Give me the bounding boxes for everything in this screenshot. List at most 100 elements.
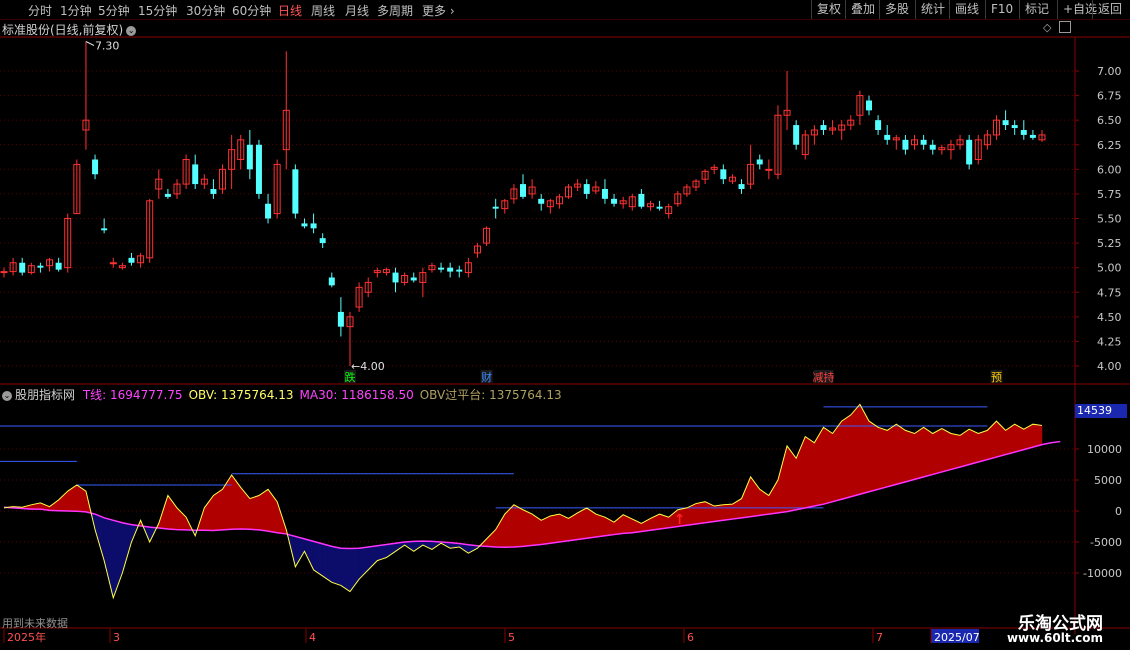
price-tick-label: 6.75 <box>1097 90 1122 103</box>
chevron-down-icon[interactable]: ⌄ <box>2 390 12 401</box>
price-tick-label: 4.25 <box>1097 335 1122 348</box>
candle-body-down <box>301 223 308 227</box>
indicator-tick-label: 10000 <box>1087 443 1122 456</box>
watermark-url: www.60lt.com <box>1006 631 1103 645</box>
candle-body-down <box>820 125 827 130</box>
low-label: ←4.00 <box>351 360 385 373</box>
candle-body-down <box>866 100 872 111</box>
obv-fill-segment <box>905 430 915 483</box>
candle-body-down <box>875 120 882 130</box>
price-tick-label: 4.50 <box>1097 311 1122 324</box>
obv-fill-segment <box>331 546 342 586</box>
obv-fill-segment <box>522 509 533 547</box>
obv-fill-segment <box>950 433 961 470</box>
candle-body-down <box>456 269 463 272</box>
obv-fill-segment <box>258 488 269 532</box>
obv-fill <box>3 403 1043 598</box>
obv-fill-segment <box>886 423 897 488</box>
candle-body-down <box>920 139 927 145</box>
obv-fill-segment <box>832 420 842 503</box>
indicator-title[interactable]: ⌄ 股朋指标网 T线: 1694777.75 OBV: 1375764.13 MA30… <box>2 386 574 403</box>
obv-fill-segment <box>204 494 214 531</box>
indicator-value-1: OBV: 1375764.13 <box>188 388 294 402</box>
candle-body-down <box>1002 120 1009 126</box>
candle-body-down <box>520 184 526 197</box>
indicator-name: 股朋指标网 <box>15 388 76 402</box>
date-label: 6 <box>687 631 694 644</box>
obv-fill-segment <box>850 403 861 498</box>
stock-chart[interactable]: 7.30 ←4.00跌 财 减持 预 7.00 6.75 6.50 6.25 6.00 5.75 5… <box>0 0 1130 650</box>
candle-body-down <box>246 144 253 170</box>
obv-fill-segment <box>486 528 496 548</box>
event-marker: 财 <box>481 370 492 384</box>
candle-body-down <box>410 277 417 281</box>
date-label: 4 <box>309 631 316 644</box>
obv-fill-segment <box>968 428 979 465</box>
candle-body-down <box>1029 134 1036 138</box>
candle-body-down <box>438 267 445 270</box>
obv-fill-segment <box>76 484 87 513</box>
candle-body-down <box>738 184 745 189</box>
candle-body-up <box>0 271 8 274</box>
event-marker: 预 <box>991 371 1002 384</box>
candle-body-down <box>37 265 44 268</box>
candle-body-down <box>164 193 171 197</box>
obv-fill-segment <box>987 420 997 460</box>
price-tick-label: 5.00 <box>1097 262 1122 275</box>
candle-body-down <box>1011 125 1018 129</box>
price-candles: 7.30 ←4.00跌 财 减持 预 <box>0 40 1046 384</box>
candle-body-down <box>292 169 299 214</box>
indicator-value-3: OBV过平台: 1375764.13 <box>419 388 562 402</box>
obv-fill-segment <box>513 504 524 548</box>
obv-fill-segment <box>340 547 351 593</box>
candle-body-down <box>638 193 645 207</box>
candle-body-up <box>765 168 773 171</box>
indicator-tick-label: 0 <box>1115 505 1122 518</box>
obv-fill-segment <box>386 542 396 558</box>
price-tick-label: 4.75 <box>1097 286 1122 299</box>
candle-body-down <box>756 159 763 165</box>
buy-arrow-icon: ↑ <box>674 512 686 528</box>
obv-fill-segment <box>914 426 924 480</box>
obv-fill-segment <box>805 436 815 509</box>
obv-fill-segment <box>67 484 78 512</box>
obv-fill-segment <box>595 513 606 538</box>
event-marker: 减持 <box>812 370 834 384</box>
obv-fill-segment <box>1005 423 1015 455</box>
price-tick-label: 5.25 <box>1097 237 1122 250</box>
candle-body-down <box>101 228 108 231</box>
candle-body-down <box>310 223 317 229</box>
obv-fill-segment <box>222 474 232 531</box>
future-data-note: 用到未来数据 <box>2 617 68 630</box>
obv-fill-segment <box>923 426 933 478</box>
price-axis: 7.00 6.75 6.50 6.25 6.00 5.75 5.50 5.25 5.00 4.75… <box>1075 65 1122 373</box>
obv-fill-segment <box>759 488 770 516</box>
candle-body-down <box>128 257 135 263</box>
obv-fill-segment <box>941 428 952 473</box>
indicator-axis: 10000 5000 0 -5000 -10000 <box>1075 443 1122 580</box>
indicator-tick-label: -10000 <box>1083 567 1122 580</box>
obv-fill-segment <box>777 445 788 514</box>
obv-fill-segment <box>622 514 633 534</box>
obv-fill-segment <box>741 476 751 519</box>
obv-fill-segment <box>295 536 305 568</box>
candle-body-down <box>538 198 545 204</box>
candle-body-down <box>192 164 199 185</box>
obv-fill-segment <box>877 426 888 490</box>
obv-fill-segment <box>58 490 68 512</box>
obv-fill-segment <box>814 426 824 507</box>
obv-fill-segment <box>586 507 597 539</box>
price-tick-label: 5.50 <box>1097 213 1122 226</box>
indicator-tick-label: 5000 <box>1094 474 1122 487</box>
candle-body-down <box>902 139 909 150</box>
obv-fill-segment <box>249 495 260 531</box>
candle-body-down <box>601 189 608 199</box>
obv-fill-segment <box>1032 423 1043 448</box>
price-tick-label: 4.00 <box>1097 360 1122 373</box>
obv-fill-segment <box>103 517 114 598</box>
candle-body-down <box>328 277 335 286</box>
candle-body-down <box>793 125 800 145</box>
candle-body-down <box>929 144 936 150</box>
date-label: 2025/07 <box>934 631 980 644</box>
candle-body-down <box>210 189 217 194</box>
